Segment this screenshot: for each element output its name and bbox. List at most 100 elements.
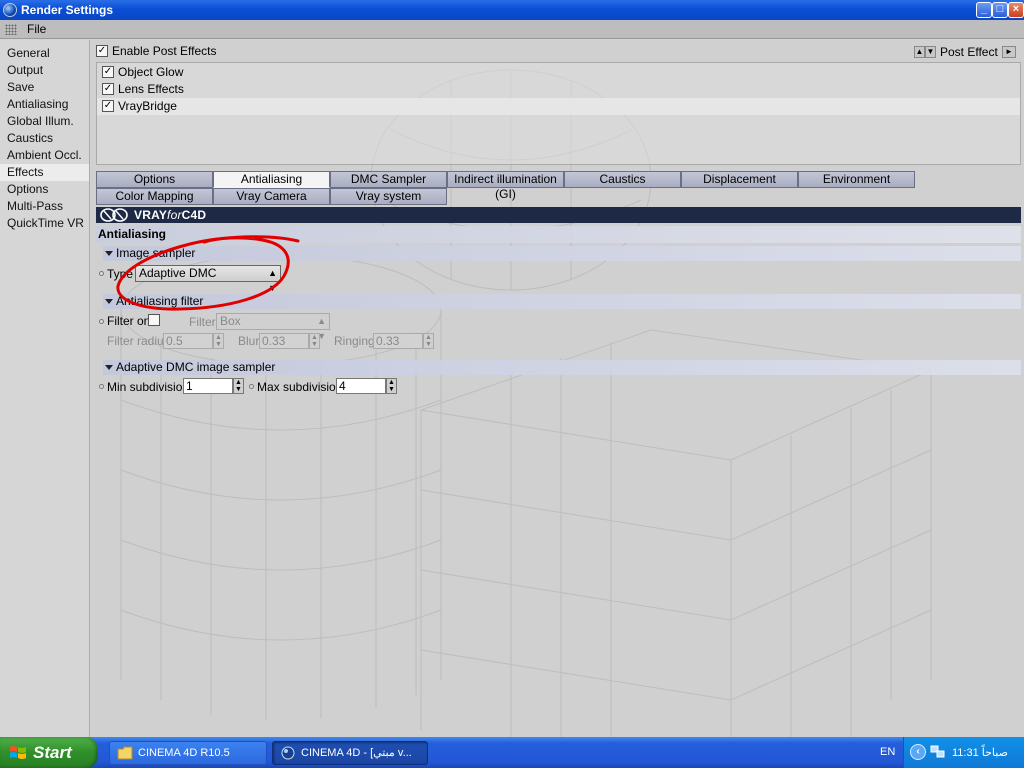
spinner-arrows-icon[interactable]: ▲ ▼	[386, 378, 397, 394]
aa-filter-header: Antialiasing filter	[116, 294, 204, 308]
folder-icon	[117, 746, 133, 760]
vraybridge-checkbox[interactable]: ✓	[102, 100, 114, 112]
sampler-type-value: Adaptive DMC	[139, 266, 217, 280]
sidebar-item-caustics[interactable]: Caustics	[0, 130, 89, 147]
sidebar-item-options[interactable]: Options	[0, 181, 89, 198]
enable-post-effects-label: Enable Post Effects	[112, 44, 217, 58]
start-button[interactable]: Start	[0, 737, 98, 768]
sidebar-item-multi-pass[interactable]: Multi-Pass	[0, 198, 89, 215]
list-item[interactable]: ✓ Object Glow	[97, 64, 1020, 81]
spinner-arrows-icon[interactable]: ▲ ▼	[309, 333, 320, 349]
select-arrow-icon: ▲ ▼	[268, 268, 277, 293]
object-glow-label: Object Glow	[118, 65, 184, 79]
min-subdivision-field[interactable]: 1	[183, 378, 233, 394]
chevron-left-icon[interactable]: ‹	[910, 744, 926, 760]
cinema4d-icon	[281, 746, 295, 760]
sidebar-item-quicktime-vr[interactable]: QuickTime VR	[0, 215, 89, 232]
filter-on-label: Filter on	[107, 314, 151, 328]
grip-icon[interactable]	[5, 24, 17, 35]
tab-antialiasing[interactable]: Antialiasing	[213, 171, 330, 188]
spinner-arrows-icon[interactable]: ▲ ▼	[423, 333, 434, 349]
list-item[interactable]: ✓ VrayBridge	[97, 98, 1020, 115]
vray-brand-c: C4D	[181, 208, 207, 222]
filter-select[interactable]: Box ▲ ▼	[216, 313, 330, 341]
blur-field[interactable]: 0.33	[259, 333, 309, 349]
arrow-up-down-icon[interactable]: ▲	[914, 46, 925, 58]
vray-brand-text: VRAYforC4D	[134, 207, 206, 223]
menu-bar: File	[0, 20, 1024, 39]
spinner-arrows-icon[interactable]: ▲ ▼	[233, 378, 244, 394]
minimize-button[interactable]: _	[976, 2, 992, 18]
taskbar-item-folder[interactable]: CINEMA 4D R10.5	[109, 741, 267, 765]
tab-options[interactable]: Options	[96, 171, 213, 188]
aa-filter-group[interactable]: Antialiasing filter	[103, 294, 1021, 309]
adaptive-dmc-group[interactable]: Adaptive DMC image sampler	[103, 360, 1021, 375]
filter-on-checkbox[interactable]	[148, 314, 160, 326]
sidebar-item-global-illum[interactable]: Global Illum.	[0, 113, 89, 130]
ringing-label: Ringing	[334, 334, 375, 348]
vray-brand-b: for	[167, 208, 182, 222]
sidebar-item-general[interactable]: General	[0, 45, 89, 62]
taskbar: Start CINEMA 4D R10.5 CINEMA 4D - [مبتي …	[0, 737, 1024, 768]
filter-value: Box	[220, 314, 241, 328]
vray-logo-icon	[100, 208, 128, 222]
taskbar-item-label: CINEMA 4D R10.5	[138, 747, 230, 759]
collapse-triangle-icon[interactable]	[105, 364, 113, 370]
lens-effects-checkbox[interactable]: ✓	[102, 83, 114, 95]
list-item[interactable]: ✓ Lens Effects	[97, 81, 1020, 98]
vraybridge-label: VrayBridge	[118, 99, 177, 113]
animation-dot-icon[interactable]	[99, 271, 104, 276]
sidebar-item-output[interactable]: Output	[0, 62, 89, 79]
enable-post-effects-checkbox[interactable]: ✓	[96, 45, 108, 57]
sidebar-item-antialiasing[interactable]: Antialiasing	[0, 96, 89, 113]
taskbar-item-cinema4d[interactable]: CINEMA 4D - [مبتي v...	[272, 741, 428, 765]
tab-dmc-sampler[interactable]: DMC Sampler	[330, 171, 447, 188]
blur-label: Blur	[238, 334, 260, 348]
animation-dot-icon[interactable]	[249, 384, 254, 389]
sampler-type-select[interactable]: Adaptive DMC ▲ ▼	[135, 265, 281, 293]
animation-dot-icon[interactable]	[99, 384, 104, 389]
tab-indirect-illumination[interactable]: Indirect illumination (GI)	[447, 171, 564, 201]
animation-dot-icon[interactable]	[99, 319, 104, 324]
start-label: Start	[33, 743, 72, 762]
tab-environment[interactable]: Environment	[798, 171, 915, 188]
tab-vray-system[interactable]: Vray system	[330, 188, 447, 205]
tab-vray-camera[interactable]: Vray Camera	[213, 188, 330, 205]
arrow-down-icon[interactable]: ▼	[925, 46, 936, 58]
tab-displacement[interactable]: Displacement	[681, 171, 798, 188]
filter-radius-label: Filter radius	[107, 334, 170, 348]
cinema4d-app-icon	[3, 3, 17, 17]
play-arrow-icon[interactable]: ►	[1002, 46, 1016, 58]
language-indicator[interactable]: EN	[880, 746, 895, 758]
filter-radius-field[interactable]: 0.5	[163, 333, 213, 349]
lens-effects-label: Lens Effects	[118, 82, 184, 96]
object-glow-checkbox[interactable]: ✓	[102, 66, 114, 78]
type-label: Type	[107, 267, 134, 281]
collapse-triangle-icon[interactable]	[105, 298, 113, 304]
post-effect-menu[interactable]: ▲ ▼ Post Effect ►	[914, 45, 1016, 61]
section-title: Antialiasing	[96, 226, 1021, 243]
window-title: Render Settings	[21, 3, 114, 17]
sidebar-item-effects[interactable]: Effects	[0, 164, 89, 181]
tab-caustics[interactable]: Caustics	[564, 171, 681, 188]
network-icon[interactable]	[930, 744, 945, 759]
post-effect-label[interactable]: Post Effect	[940, 45, 998, 59]
vray-brand-a: VRAY	[134, 208, 168, 222]
maximize-button[interactable]: □	[992, 2, 1008, 18]
adaptive-dmc-header: Adaptive DMC image sampler	[116, 360, 276, 374]
sidebar-item-save[interactable]: Save	[0, 79, 89, 96]
image-sampler-header: Image sampler	[116, 246, 196, 260]
post-effects-list: ✓ Object Glow ✓ Lens Effects ✓ VrayBridg…	[96, 62, 1021, 165]
close-button[interactable]: ×	[1008, 2, 1024, 18]
ringing-field[interactable]: 0.33	[373, 333, 423, 349]
collapse-triangle-icon[interactable]	[105, 250, 113, 256]
tab-color-mapping[interactable]: Color Mapping	[96, 188, 213, 205]
max-subdivision-field[interactable]: 4	[336, 378, 386, 394]
spinner-arrows-icon[interactable]: ▲ ▼	[213, 333, 224, 349]
min-subdivision-label: Min subdivision	[107, 380, 190, 394]
file-menu[interactable]: File	[27, 22, 46, 36]
sidebar-item-ambient-occl[interactable]: Ambient Occl.	[0, 147, 89, 164]
settings-sidebar: General Output Save Antialiasing Global …	[0, 40, 90, 737]
image-sampler-group[interactable]: Image sampler	[103, 246, 1021, 261]
max-subdivision-label: Max subdivision	[257, 380, 343, 394]
